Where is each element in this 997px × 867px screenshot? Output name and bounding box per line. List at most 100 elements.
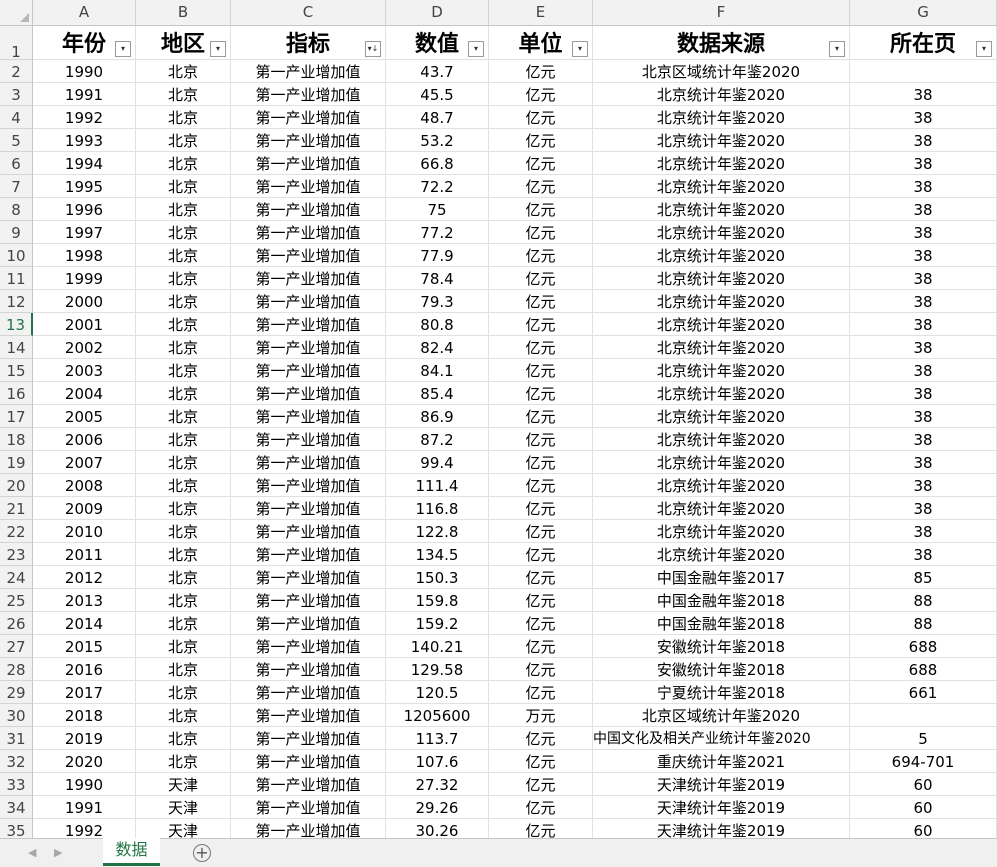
cell-source[interactable]: 安徽统计年鉴2018: [593, 658, 850, 681]
cell-year[interactable]: 2004: [33, 382, 136, 405]
cell-unit[interactable]: 亿元: [489, 589, 593, 612]
cell-page[interactable]: 38: [850, 290, 997, 313]
cell-source[interactable]: 安徽统计年鉴2018: [593, 635, 850, 658]
cell-page[interactable]: 38: [850, 359, 997, 382]
cell-page[interactable]: 38: [850, 520, 997, 543]
cell-unit[interactable]: 亿元: [489, 819, 593, 838]
cell-year[interactable]: 2002: [33, 336, 136, 359]
cell-year[interactable]: 2020: [33, 750, 136, 773]
cell-year[interactable]: 1997: [33, 221, 136, 244]
cell-indicator[interactable]: 第一产业增加值: [231, 589, 386, 612]
header-cell-source[interactable]: 数据来源 ▾: [593, 26, 850, 60]
cell-value[interactable]: 30.26: [386, 819, 489, 838]
cell-source[interactable]: 北京统计年鉴2020: [593, 106, 850, 129]
row-header[interactable]: 12: [0, 290, 33, 313]
cell-value[interactable]: 122.8: [386, 520, 489, 543]
cell-value[interactable]: 87.2: [386, 428, 489, 451]
cell-year[interactable]: 2001: [33, 313, 136, 336]
cell-indicator[interactable]: 第一产业增加值: [231, 497, 386, 520]
row-header[interactable]: 11: [0, 267, 33, 290]
row-header[interactable]: 28: [0, 658, 33, 681]
row-header[interactable]: 6: [0, 152, 33, 175]
cell-value[interactable]: 159.2: [386, 612, 489, 635]
cell-page[interactable]: 688: [850, 658, 997, 681]
cell-source[interactable]: 北京统计年鉴2020: [593, 83, 850, 106]
cell-indicator[interactable]: 第一产业增加值: [231, 635, 386, 658]
cell-page[interactable]: 38: [850, 451, 997, 474]
cell-value[interactable]: 111.4: [386, 474, 489, 497]
cell-value[interactable]: 85.4: [386, 382, 489, 405]
cell-region[interactable]: 北京: [136, 405, 231, 428]
cell-indicator[interactable]: 第一产业增加值: [231, 267, 386, 290]
cell-indicator[interactable]: 第一产业增加值: [231, 750, 386, 773]
filter-dropdown-icon[interactable]: ▾: [210, 41, 226, 57]
cell-value[interactable]: 27.32: [386, 773, 489, 796]
cell-page[interactable]: 38: [850, 244, 997, 267]
cell-indicator[interactable]: 第一产业增加值: [231, 175, 386, 198]
row-header[interactable]: 16: [0, 382, 33, 405]
cell-value[interactable]: 53.2: [386, 129, 489, 152]
spreadsheet-grid[interactable]: ABCDEFG 1 年份 ▾ 地区 ▾ 指标 ▾↓ 数值 ▾ 单位 ▾ 数据来源 ▾ 所在页 ▾ 2 1990 北…: [0, 0, 997, 838]
cell-page[interactable]: 88: [850, 612, 997, 635]
row-header[interactable]: 4: [0, 106, 33, 129]
cell-page[interactable]: 60: [850, 773, 997, 796]
cell-unit[interactable]: 亿元: [489, 497, 593, 520]
cell-page[interactable]: 88: [850, 589, 997, 612]
add-sheet-icon[interactable]: +: [193, 844, 211, 862]
cell-indicator[interactable]: 第一产业增加值: [231, 612, 386, 635]
row-header[interactable]: 1: [0, 26, 33, 61]
cell-value[interactable]: 107.6: [386, 750, 489, 773]
header-cell-page[interactable]: 所在页 ▾: [850, 26, 997, 60]
row-header[interactable]: 26: [0, 612, 33, 635]
cell-page[interactable]: 38: [850, 336, 997, 359]
cell-value[interactable]: 134.5: [386, 543, 489, 566]
cell-region[interactable]: 北京: [136, 428, 231, 451]
cell-region[interactable]: 北京: [136, 566, 231, 589]
cell-indicator[interactable]: 第一产业增加值: [231, 83, 386, 106]
row-header[interactable]: 15: [0, 359, 33, 382]
cell-page[interactable]: 38: [850, 405, 997, 428]
cell-region[interactable]: 北京: [136, 612, 231, 635]
cell-value[interactable]: 72.2: [386, 175, 489, 198]
cell-source[interactable]: 北京统计年鉴2020: [593, 543, 850, 566]
column-header-f[interactable]: F: [593, 0, 850, 25]
row-header[interactable]: 30: [0, 704, 33, 727]
column-header-c[interactable]: C: [231, 0, 386, 25]
cell-unit[interactable]: 亿元: [489, 612, 593, 635]
cell-year[interactable]: 2008: [33, 474, 136, 497]
cell-value[interactable]: 82.4: [386, 336, 489, 359]
cell-year[interactable]: 1996: [33, 198, 136, 221]
cell-page[interactable]: [850, 704, 997, 727]
cell-page[interactable]: 85: [850, 566, 997, 589]
cell-region[interactable]: 北京: [136, 359, 231, 382]
row-header[interactable]: 35: [0, 819, 33, 838]
cell-region[interactable]: 北京: [136, 106, 231, 129]
cell-value[interactable]: 99.4: [386, 451, 489, 474]
cell-region[interactable]: 北京: [136, 589, 231, 612]
nav-prev-sheet-icon[interactable]: ◀: [28, 846, 36, 859]
cell-region[interactable]: 北京: [136, 60, 231, 83]
cell-source[interactable]: 中国金融年鉴2018: [593, 589, 850, 612]
cell-year[interactable]: 2011: [33, 543, 136, 566]
cell-region[interactable]: 北京: [136, 727, 231, 750]
row-header[interactable]: 19: [0, 451, 33, 474]
cell-unit[interactable]: 亿元: [489, 313, 593, 336]
cell-unit[interactable]: 亿元: [489, 382, 593, 405]
cell-year[interactable]: 2000: [33, 290, 136, 313]
cell-page[interactable]: 38: [850, 267, 997, 290]
cell-region[interactable]: 北京: [136, 175, 231, 198]
cell-unit[interactable]: 亿元: [489, 152, 593, 175]
cell-page[interactable]: 38: [850, 428, 997, 451]
cell-region[interactable]: 北京: [136, 658, 231, 681]
cell-region[interactable]: 北京: [136, 83, 231, 106]
cell-source[interactable]: 北京统计年鉴2020: [593, 152, 850, 175]
row-header[interactable]: 20: [0, 474, 33, 497]
column-header-e[interactable]: E: [489, 0, 593, 25]
cell-year[interactable]: 1995: [33, 175, 136, 198]
cell-indicator[interactable]: 第一产业增加值: [231, 405, 386, 428]
cell-year[interactable]: 2015: [33, 635, 136, 658]
cell-unit[interactable]: 亿元: [489, 359, 593, 382]
cell-unit[interactable]: 亿元: [489, 221, 593, 244]
cell-year[interactable]: 1992: [33, 819, 136, 838]
cell-year[interactable]: 2017: [33, 681, 136, 704]
